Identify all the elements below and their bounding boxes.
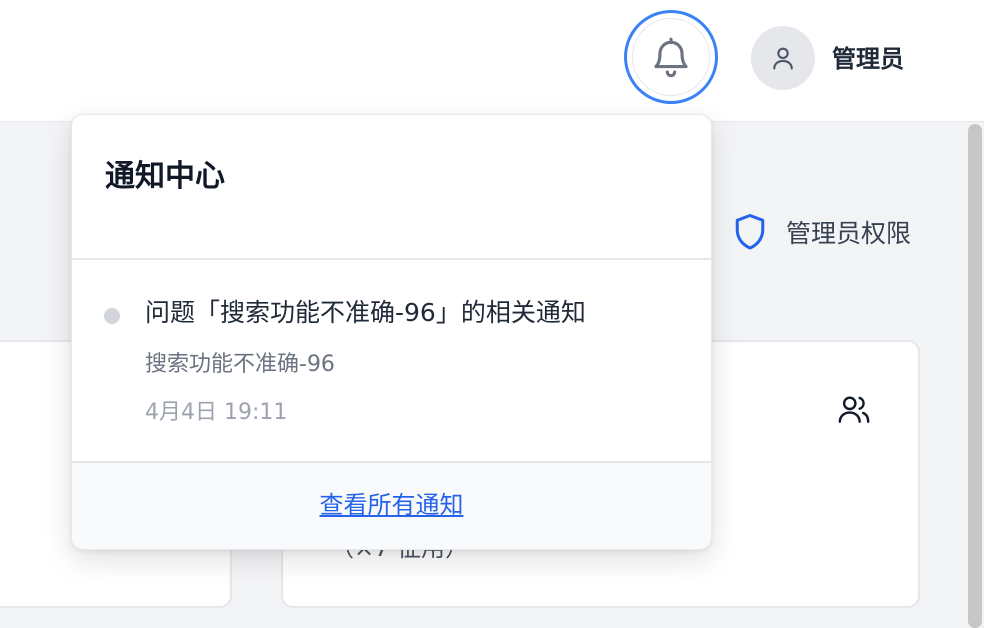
dropdown-title: 通知中心 bbox=[105, 159, 225, 194]
admin-permission-label: 管理员权限 bbox=[786, 219, 912, 248]
scrollbar-thumb[interactable] bbox=[968, 124, 982, 628]
focus-ring bbox=[632, 18, 710, 96]
dropdown-header: 通知中心 bbox=[72, 115, 711, 260]
view-all-notifications-link[interactable]: 查看所有通知 bbox=[72, 489, 711, 521]
read-status-dot bbox=[104, 308, 120, 324]
notification-body: 搜索功能不准确-96 bbox=[145, 352, 335, 377]
notification-time: 4月4日 19:11 bbox=[145, 400, 288, 425]
top-header: 管理员 bbox=[0, 0, 984, 122]
notification-title[interactable]: 问题「搜索功能不准确-96」的相关通知 bbox=[145, 297, 586, 329]
users-icon bbox=[838, 396, 870, 423]
admin-permission-badge: 管理员权限 bbox=[732, 210, 911, 254]
user-name[interactable]: 管理员 bbox=[832, 44, 904, 74]
shield-icon bbox=[735, 214, 765, 250]
notification-dropdown: 通知中心 问题「搜索功能不准确-96」的相关通知 搜索功能不准确-96 4月4日… bbox=[71, 114, 712, 550]
dropdown-footer: 查看所有通知 bbox=[72, 461, 711, 549]
avatar[interactable] bbox=[751, 26, 815, 90]
notification-bell-button[interactable] bbox=[624, 10, 718, 104]
user-icon bbox=[773, 47, 793, 70]
